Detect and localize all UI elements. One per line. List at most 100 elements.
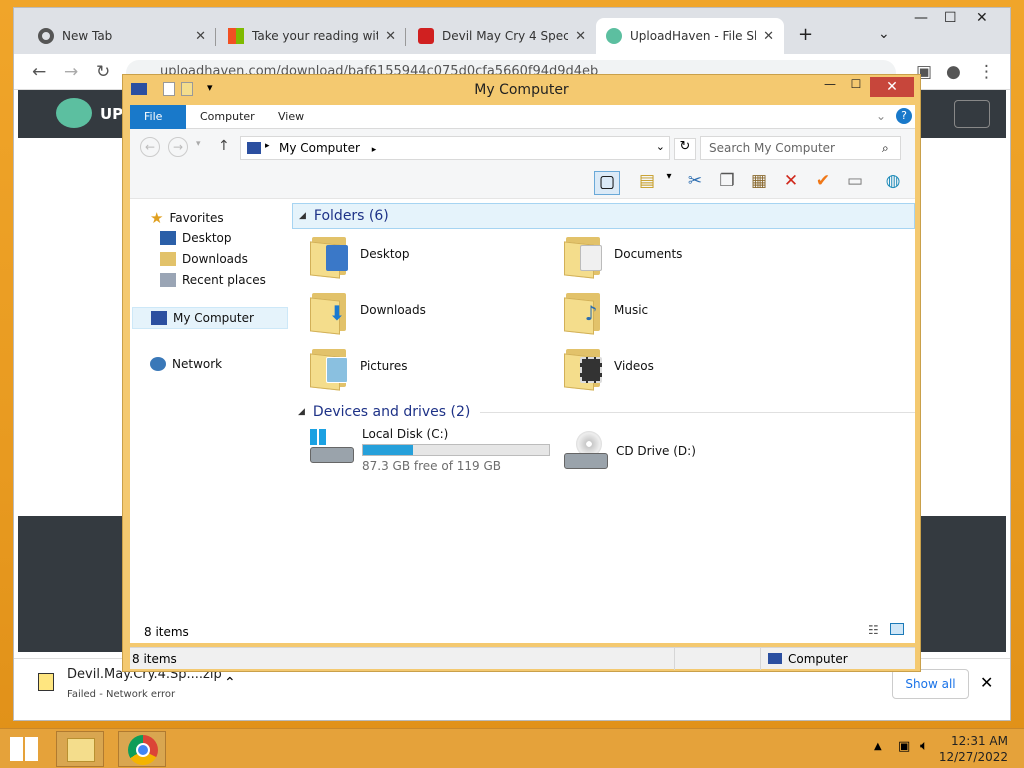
drive-label: Local Disk (C:) [362,427,449,441]
rename-icon[interactable]: ▭ [842,171,868,195]
folders-header-label: Folders (6) [313,208,389,224]
tab-new-tab[interactable]: New Tab ✕ [28,18,216,54]
collapse-icon[interactable]: ◢ [299,211,306,221]
devices-group-header[interactable]: ◢ Devices and drives (2) [292,399,915,425]
folder-icon: ♪ [562,287,606,335]
chevron-down-icon[interactable]: ▾ [656,171,682,195]
tab-computer[interactable]: Computer [186,105,269,129]
tab-search-icon[interactable]: ⌄ [878,26,890,42]
nav-label: Network [172,357,223,371]
status-bar: 8 items Computer [130,647,915,670]
back-icon[interactable]: ← [32,62,46,82]
folder-downloads[interactable]: ⬇ Downloads [308,287,426,335]
tab-view[interactable]: View [264,105,318,129]
drive-d[interactable]: CD Drive (D:) [562,431,696,471]
menu-icon[interactable]: ⋮ [978,62,995,82]
new-tab-icon[interactable]: + [798,24,813,45]
up-icon[interactable]: ↑ [218,138,230,154]
chrome-icon-center [136,743,150,757]
computer-icon [247,142,261,154]
maximize-icon[interactable]: ☐ [944,10,957,26]
network-drive-icon[interactable]: ◍ [880,171,906,195]
show-all-button[interactable]: Show all [892,669,969,699]
cut-icon[interactable]: ✂ [682,171,708,195]
forward-icon[interactable]: → [64,62,78,82]
expand-ribbon-icon[interactable]: ⌄ [876,109,886,123]
close-icon[interactable]: ✕ [976,10,988,26]
close-shelf-icon[interactable]: ✕ [980,673,993,692]
windows-start-icon[interactable] [10,737,38,761]
large-icons-view-icon[interactable] [890,623,904,635]
preview-pane-icon[interactable]: ▢ [594,171,620,195]
nav-label: Recent places [182,273,266,287]
tab-separator [405,28,406,46]
help-icon[interactable]: ? [896,108,912,124]
recent-locations-icon[interactable]: ▾ [196,139,201,149]
folder-desktop[interactable]: Desktop [308,231,410,279]
close-button[interactable]: ✕ [870,77,914,97]
paste-icon[interactable]: ▦ [746,171,772,195]
checkmark-icon[interactable]: ✔ [810,171,836,195]
nav-my-computer[interactable]: My Computer [132,307,288,329]
hard-drive-icon [308,427,354,467]
nav-downloads[interactable]: Downloads [160,252,248,266]
tab-reading[interactable]: Take your reading with y ✕ [218,18,406,54]
close-tab-icon[interactable]: ✕ [763,29,774,44]
drive-c[interactable]: Local Disk (C:) 87.3 GB free of 119 GB [308,427,550,473]
folder-icon [562,343,606,391]
tab-title: UploadHaven - File Sha [630,29,756,43]
tab-uploadhaven[interactable]: UploadHaven - File Sha ✕ [596,18,784,54]
tab-file[interactable]: File [130,105,186,129]
delete-icon[interactable]: ✕ [778,171,804,195]
taskbar-chrome[interactable] [118,731,166,767]
folder-music[interactable]: ♪ Music [562,287,648,335]
system-clock[interactable]: 12:31 AM 12/27/2022 [939,733,1008,765]
chevron-down-icon[interactable]: ⌄ [656,140,665,153]
search-input[interactable]: Search My Computer [700,136,901,160]
refresh-icon[interactable]: ↻ [674,138,696,160]
network-icon [150,357,166,371]
folder-label: Downloads [360,303,426,317]
maximize-icon[interactable]: ☐ [843,77,869,97]
address-path[interactable]: ▸ My Computer ▸ ⌄ [240,136,670,160]
profile-icon[interactable]: ● [946,62,961,82]
copy-icon[interactable]: ❐ [714,171,740,195]
reload-icon[interactable]: ↻ [96,62,110,82]
folders-group-header[interactable]: ◢ Folders (6) [292,203,915,229]
download-status: Failed - Network error [67,689,176,700]
folder-documents[interactable]: Documents [562,231,682,279]
chevron-up-icon[interactable]: ⌃ [224,675,236,691]
taskbar: ▲ ▣ 🔈︎ 12:31 AM 12/27/2022 [0,728,1024,768]
forward-icon[interactable]: → [168,137,188,157]
folder-icon: ⬇ [308,287,352,335]
collapse-icon[interactable]: ◢ [298,407,305,417]
nav-network[interactable]: Network [150,357,222,371]
taskbar-file-explorer[interactable] [56,731,104,767]
nav-recent-places[interactable]: Recent places [160,273,266,287]
close-tab-icon[interactable]: ✕ [385,29,396,44]
network-tray-icon[interactable]: ▣ [898,739,910,754]
details-view-icon[interactable]: ☷ [868,623,879,637]
folder-icon [562,231,606,279]
minimize-icon[interactable]: — [914,10,928,26]
back-icon[interactable]: ← [140,137,160,157]
zip-file-icon [38,673,54,691]
content-pane: ◢ Folders (6) Desktop Documents ⬇ Downlo… [292,199,915,643]
tab-devil-may-cry[interactable]: Devil May Cry 4 Special ✕ [408,18,596,54]
nav-desktop[interactable]: Desktop [160,231,232,245]
show-hidden-icons[interactable]: ▲ [874,741,882,752]
minimize-icon[interactable]: — [817,77,843,97]
hamburger-icon[interactable] [954,100,990,128]
close-tab-icon[interactable]: ✕ [195,29,206,44]
folder-videos[interactable]: Videos [562,343,654,391]
uploadhaven-logo [56,98,92,128]
nav-label: Desktop [182,231,232,245]
close-tab-icon[interactable]: ✕ [575,29,586,44]
volume-icon[interactable]: 🔈︎ [920,738,928,754]
folder-pictures[interactable]: Pictures [308,343,408,391]
group-divider [480,411,915,413]
status-location: Computer [788,652,848,666]
favorites-item[interactable]: ★ Favorites [150,209,224,227]
explorer-title-bar[interactable]: ▾ My Computer — ☐ ✕ [123,75,920,105]
status-divider [674,648,675,670]
